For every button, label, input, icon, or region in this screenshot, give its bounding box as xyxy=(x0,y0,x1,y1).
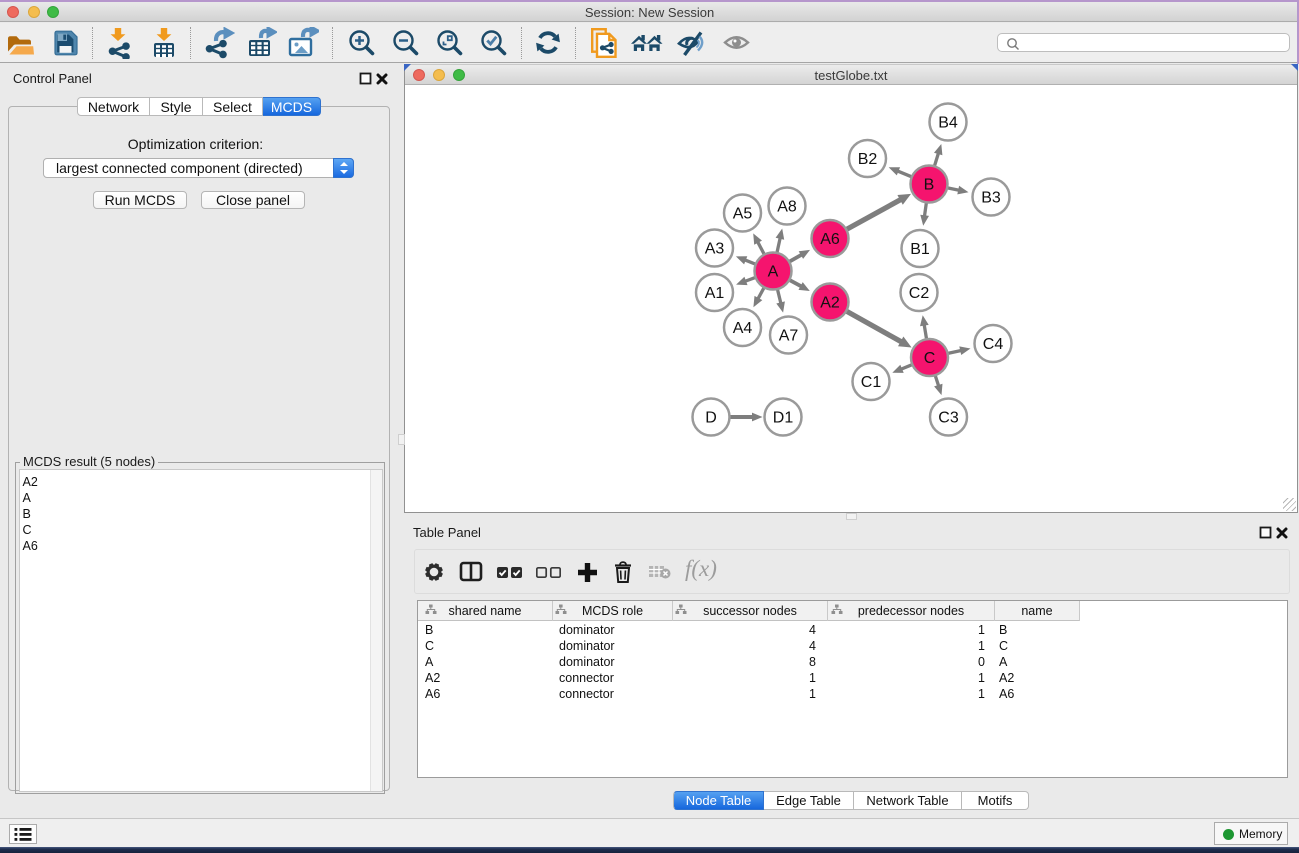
svg-text:C: C xyxy=(924,350,936,367)
svg-text:C4: C4 xyxy=(983,336,1004,353)
svg-text:B: B xyxy=(924,177,935,194)
svg-text:C3: C3 xyxy=(938,410,959,427)
svg-text:A6: A6 xyxy=(820,231,840,248)
svg-text:A: A xyxy=(768,264,779,281)
svg-text:D: D xyxy=(705,410,717,427)
svg-text:A3: A3 xyxy=(705,241,725,258)
svg-text:A5: A5 xyxy=(733,206,753,223)
svg-text:C1: C1 xyxy=(861,374,882,391)
svg-text:A7: A7 xyxy=(779,328,799,345)
svg-text:B4: B4 xyxy=(938,115,958,132)
svg-text:B3: B3 xyxy=(981,190,1001,207)
svg-text:B2: B2 xyxy=(858,151,878,168)
svg-text:D1: D1 xyxy=(773,410,794,427)
svg-text:A1: A1 xyxy=(705,285,725,302)
svg-text:A2: A2 xyxy=(820,295,840,312)
svg-text:B1: B1 xyxy=(910,241,930,258)
svg-text:C2: C2 xyxy=(909,285,930,302)
svg-text:A8: A8 xyxy=(777,199,797,216)
svg-text:A4: A4 xyxy=(733,320,753,337)
